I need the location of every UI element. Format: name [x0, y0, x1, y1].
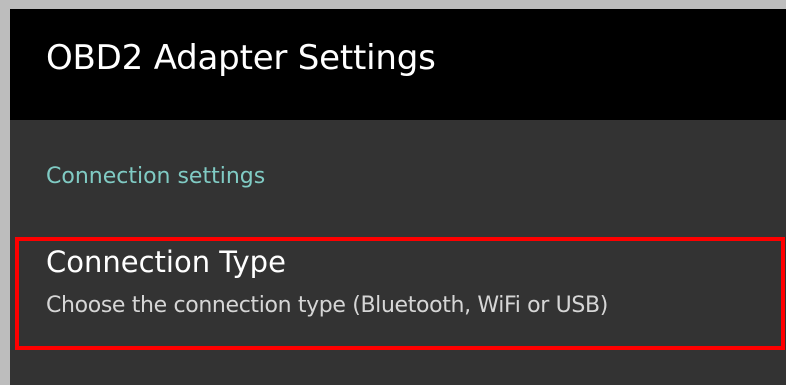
settings-screen: OBD2 Adapter Settings Connection setting…	[10, 9, 786, 385]
app-toolbar: OBD2 Adapter Settings	[10, 9, 786, 120]
page-title: OBD2 Adapter Settings	[46, 38, 436, 78]
preference-summary: Choose the connection type (Bluetooth, W…	[46, 293, 608, 318]
preference-title: Connection Type	[46, 245, 286, 279]
category-header-connection-settings: Connection settings	[46, 164, 266, 189]
preference-connection-type[interactable]: Connection Type Choose the connection ty…	[15, 237, 785, 350]
